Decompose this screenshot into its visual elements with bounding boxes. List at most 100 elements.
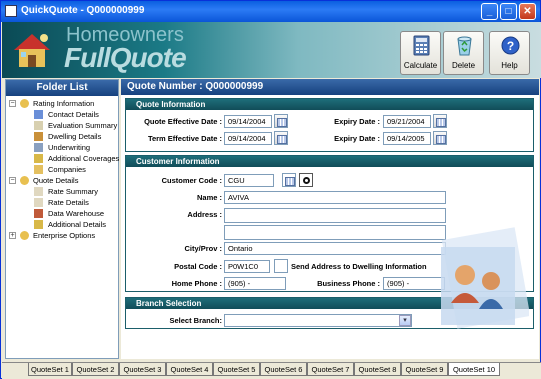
tree-label: Rating Information [33,99,95,108]
folder-list-panel: Folder List − Rating Information Contact… [5,79,119,359]
tab-quoteset-9[interactable]: QuoteSet 9 [401,363,448,376]
name-label: Name : [196,193,222,202]
section-title: Customer Information [126,156,533,167]
tab-quoteset-6[interactable]: QuoteSet 6 [260,363,307,376]
svg-text:?: ? [507,39,514,53]
quote-effective-date-field[interactable]: 09/14/2004 [224,115,272,128]
expiry-date-field[interactable]: 09/21/2004 [383,115,431,128]
term-effective-date-field[interactable]: 09/14/2004 [224,132,272,145]
document-icon [34,187,43,196]
folder-icon [20,99,29,108]
quoteset-tab-bar: QuoteSet 1 QuoteSet 2 QuoteSet 3 QuoteSe… [2,362,541,379]
home-phone-field[interactable]: (905) - [224,277,286,290]
address-line1-field[interactable] [224,208,446,223]
quickquote-window: QuickQuote - Q000000999 _ □ ✕ Homeowners… [0,0,541,379]
quote-information-section: Quote Information Quote Effective Date :… [125,98,534,152]
tree-label: Quote Details [33,176,79,185]
minimize-button[interactable]: _ [481,3,498,20]
window-title: QuickQuote - Q000000999 [21,5,145,16]
customer-code-field[interactable]: CGU [224,174,274,187]
brand-line2: FullQuote [64,42,187,73]
expiry-date-field[interactable]: 09/14/2005 [383,132,431,145]
help-button[interactable]: ? Help [489,31,530,75]
quote-number-heading: Quote Number : Q000000999 [121,79,539,95]
help-label: Help [501,61,518,70]
tab-quoteset-4[interactable]: QuoteSet 4 [166,363,213,376]
expiry-date-label: Expiry Date : [334,134,380,143]
search-icon[interactable] [299,173,313,187]
pen-icon [34,143,43,152]
folder-icon [20,176,29,185]
help-icon: ? [501,36,520,55]
house-logo-icon [14,34,50,67]
postal-code-label: Postal Code : [174,262,222,271]
tree-label: Additional Details [48,220,106,229]
calendar-icon[interactable] [433,131,447,145]
maximize-button[interactable]: □ [500,3,517,20]
name-field[interactable]: AVIVA [224,191,446,204]
tree-label: Rate Details [48,198,89,207]
send-address-checkbox[interactable] [274,259,288,273]
app-icon [5,5,17,17]
app-header: Homeowners FullQuote Calculate Delete ? … [2,22,541,78]
tree-label: Rate Summary [48,187,99,196]
calculate-button[interactable]: Calculate [400,31,441,75]
tab-quoteset-1[interactable]: QuoteSet 1 [28,363,72,376]
family-photo-decoration [441,227,529,329]
warehouse-icon [34,209,43,218]
tree-label: Companies [48,165,86,174]
folder-icon [20,231,29,240]
tab-quoteset-10[interactable]: QuoteSet 10 [448,363,500,376]
tree-label: Underwriting [48,143,91,152]
folder-list-title: Folder List [6,80,118,96]
calendar-icon[interactable] [274,114,288,128]
tree-label: Dwelling Details [48,132,102,141]
section-title: Quote Information [126,99,533,110]
title-bar[interactable]: QuickQuote - Q000000999 _ □ ✕ [1,1,540,22]
tab-quoteset-3[interactable]: QuoteSet 3 [119,363,166,376]
quote-effective-label: Quote Effective Date : [144,117,222,126]
tree-label: Evaluation Summary [48,121,118,130]
expand-icon[interactable]: + [9,232,16,239]
chevron-down-icon[interactable]: ▾ [399,315,411,326]
business-phone-label: Business Phone : [317,279,380,288]
calculate-label: Calculate [403,61,438,70]
tree-label: Data Warehouse [48,209,105,218]
expiry-date-label: Expiry Date : [334,117,380,126]
calendar-icon[interactable] [274,131,288,145]
recycle-bin-icon [457,36,472,56]
delete-button[interactable]: Delete [443,31,484,75]
postal-code-field[interactable]: P0W1C0 [224,260,270,273]
document-icon [34,121,43,130]
send-address-label: Send Address to Dwelling Information [291,262,427,271]
close-button[interactable]: ✕ [519,3,536,20]
collapse-icon[interactable]: − [9,100,16,107]
select-branch-label: Select Branch: [169,316,222,325]
tab-quoteset-5[interactable]: QuoteSet 5 [213,363,260,376]
tab-quoteset-8[interactable]: QuoteSet 8 [354,363,401,376]
lookup-button[interactable] [282,173,296,187]
calendar-icon[interactable] [433,114,447,128]
delete-label: Delete [451,61,476,70]
city-prov-label: City/Prov : [184,244,222,253]
coverage-icon [34,154,43,163]
business-phone-field[interactable]: (905) - [383,277,445,290]
details-icon [34,220,43,229]
collapse-icon[interactable]: − [9,177,16,184]
address-line2-field[interactable] [224,225,446,240]
tree-label: Enterprise Options [33,231,96,240]
city-prov-field[interactable]: Ontario [224,242,446,255]
term-effective-label: Term Effective Date : [147,134,222,143]
tab-quoteset-7[interactable]: QuoteSet 7 [307,363,354,376]
calculator-icon [413,35,430,56]
contact-icon [34,110,43,119]
tree-label: Contact Details [48,110,99,119]
home-phone-label: Home Phone : [171,279,222,288]
tab-quoteset-2[interactable]: QuoteSet 2 [72,363,119,376]
branch-select[interactable] [224,314,412,327]
house-icon [34,132,43,141]
address-label: Address : [187,210,222,219]
document-icon [34,198,43,207]
tree-label: Additional Coverages [48,154,120,163]
customer-code-label: Customer Code : [161,176,222,185]
